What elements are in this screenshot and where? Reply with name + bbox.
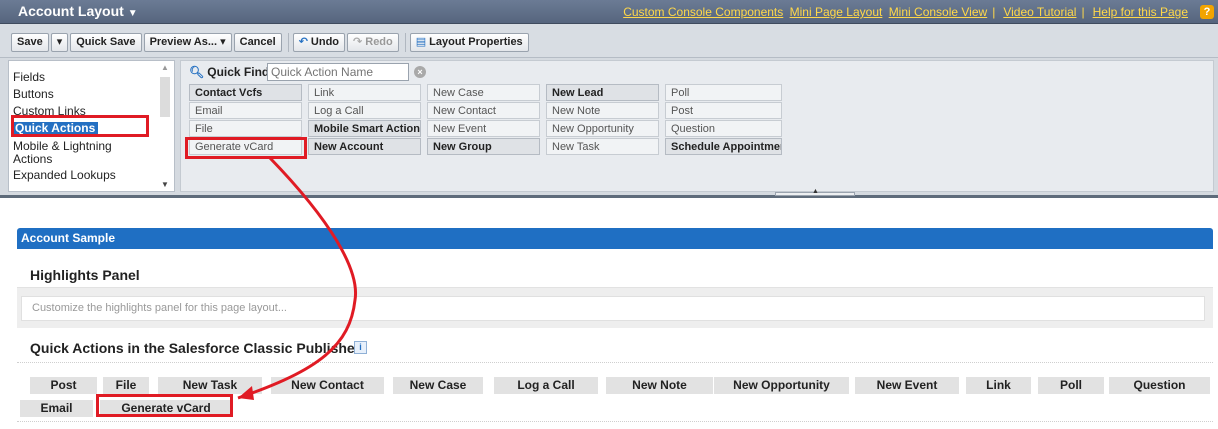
save-menu-button[interactable]: ▾ (50, 33, 69, 52)
category-mobile-lightning-actions[interactable]: Mobile & Lightning Actions (13, 140, 149, 166)
publisher-action[interactable]: Poll (1038, 377, 1104, 394)
scroll-down-icon[interactable]: ▼ (161, 180, 169, 189)
mini-page-layout-link[interactable]: Mini Page Layout (790, 5, 883, 19)
palette-item[interactable]: Log a Call (308, 102, 421, 119)
section-title: Account Sample (21, 231, 116, 245)
publisher-action[interactable]: Email (20, 400, 93, 417)
palette-item[interactable]: New Case (427, 84, 540, 101)
quick-find-text: Quick Find (207, 65, 270, 79)
palette-resize-handle[interactable]: ▲ (775, 188, 855, 196)
palette-item[interactable]: File (189, 120, 302, 137)
palette-item[interactable]: New Event (427, 120, 540, 137)
toolbar-divider (287, 33, 289, 52)
highlight-box-quick-actions (11, 115, 149, 137)
palette-items-area: 🔍︎Quick Find × Contact VcfsLinkNew CaseN… (180, 60, 1214, 196)
highlights-placeholder: Customize the highlights panel for this … (32, 302, 287, 314)
clear-search-icon[interactable]: × (414, 66, 426, 78)
search-icon: 🔍︎ (189, 65, 205, 79)
link-separator: | (992, 5, 996, 19)
highlight-box-generate-vcard-palette (185, 137, 307, 159)
highlights-panel: Customize the highlights panel for this … (17, 287, 1213, 328)
palette-item[interactable]: Post (665, 102, 782, 119)
undo-button[interactable]: ↶ Undo (292, 33, 346, 52)
palette-item[interactable]: Question (665, 120, 782, 137)
palette-item[interactable]: Link (308, 84, 421, 101)
video-tutorial-link[interactable]: Video Tutorial (1003, 5, 1076, 19)
layout-title: Account Layout (18, 3, 124, 19)
publisher-action[interactable]: File (103, 377, 149, 394)
scrollbar-thumb[interactable] (160, 77, 170, 117)
layout-properties-button[interactable]: ▤ Layout Properties (409, 33, 529, 52)
redo-label: Redo (365, 36, 393, 48)
publisher-action[interactable]: New Contact (271, 377, 384, 394)
palette-item[interactable]: Email (189, 102, 302, 119)
toolbar-buttons: Save ▾ Quick Save Preview As... ▾ Cancel… (11, 33, 531, 52)
publisher-action[interactable]: New Task (158, 377, 262, 394)
category-scrollbar[interactable]: ▲ ▼ (158, 63, 172, 189)
chevron-down-icon: ▾ (220, 36, 226, 48)
publisher-action[interactable]: New Opportunity (714, 377, 849, 394)
palette-item[interactable]: New Opportunity (546, 120, 659, 137)
layout-properties-label: Layout Properties (429, 36, 523, 48)
quick-save-button[interactable]: Quick Save (70, 33, 142, 52)
publisher-title: Quick Actions in the Salesforce Classic … (30, 340, 361, 356)
save-button[interactable]: Save (11, 33, 49, 52)
chevron-up-icon: ▲ (812, 188, 819, 195)
toolbar: Save ▾ Quick Save Preview As... ▾ Cancel… (0, 24, 1218, 58)
preview-as-button[interactable]: Preview As... ▾ (143, 33, 232, 52)
publisher-action[interactable]: New Case (393, 377, 483, 394)
preview-as-label: Preview As... (149, 36, 218, 48)
title-bar: Account Layout ▼ Custom Console Component… (0, 0, 1218, 24)
help-for-this-page-link[interactable]: Help for this Page (1093, 5, 1188, 19)
undo-icon: ↶ (298, 36, 308, 48)
section-header[interactable]: Account Sample (17, 228, 1213, 249)
layout-title-menu[interactable]: Account Layout ▼ (18, 3, 138, 19)
palette-item[interactable]: New Account (308, 138, 421, 155)
toolbar-divider (404, 33, 406, 52)
palette-item[interactable]: Schedule Appointment (665, 138, 782, 155)
quick-find-input[interactable] (267, 63, 409, 81)
palette-item[interactable]: New Lead (546, 84, 659, 101)
undo-label: Undo (310, 36, 340, 48)
palette-item[interactable]: New Group (427, 138, 540, 155)
publisher-action[interactable]: Question (1109, 377, 1210, 394)
link-separator: | (1081, 5, 1085, 19)
publisher-action[interactable]: Link (966, 377, 1031, 394)
publisher-action[interactable]: New Event (855, 377, 959, 394)
palette-item[interactable]: New Note (546, 102, 659, 119)
palette-item[interactable]: Mobile Smart Actions (308, 120, 421, 137)
palette: Fields Buttons Custom Links Quick Action… (0, 58, 1218, 198)
category-fields[interactable]: Fields (13, 71, 45, 84)
category-buttons[interactable]: Buttons (13, 88, 54, 101)
palette-item[interactable]: New Contact (427, 102, 540, 119)
header-links: Custom Console Components Mini Page Layo… (620, 5, 1188, 19)
redo-icon: ↷ (353, 36, 363, 48)
chevron-down-icon: ▼ (127, 8, 138, 19)
highlight-box-generate-vcard-publisher (96, 394, 233, 417)
quick-find-label: 🔍︎ Quick Find (189, 65, 269, 79)
palette-item[interactable]: Poll (665, 84, 782, 101)
scroll-up-icon[interactable]: ▲ (161, 63, 169, 72)
help-icon[interactable]: ? (1200, 5, 1214, 19)
highlights-panel-dropzone[interactable]: Customize the highlights panel for this … (21, 296, 1205, 321)
highlights-panel-title: Highlights Panel (30, 267, 140, 283)
redo-button[interactable]: ↷ Redo (347, 33, 399, 52)
info-icon[interactable]: i (354, 341, 367, 354)
publisher-action[interactable]: Post (30, 377, 97, 394)
palette-item[interactable]: New Task (546, 138, 659, 155)
cancel-button[interactable]: Cancel (233, 33, 282, 52)
mini-console-view-link[interactable]: Mini Console View (889, 5, 988, 19)
category-expanded-lookups[interactable]: Expanded Lookups (13, 169, 116, 182)
publisher-action[interactable]: New Note (606, 377, 713, 394)
palette-item[interactable]: Contact Vcfs (189, 84, 302, 101)
publisher-action[interactable]: Log a Call (494, 377, 598, 394)
custom-console-components-link[interactable]: Custom Console Components (623, 5, 783, 19)
properties-icon: ▤ (415, 36, 427, 48)
